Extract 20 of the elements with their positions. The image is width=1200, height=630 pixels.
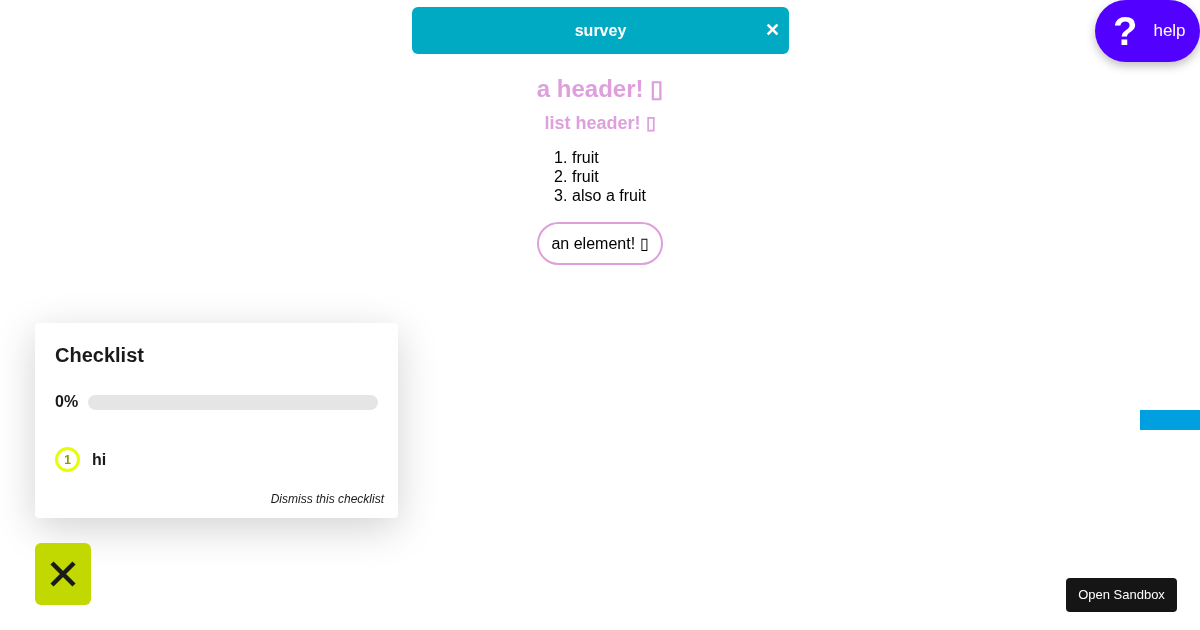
list-item: also a fruit bbox=[572, 186, 646, 205]
dismiss-link[interactable]: Dismiss this checklist bbox=[270, 490, 384, 508]
close-icon bbox=[49, 560, 77, 588]
item-label: hi bbox=[92, 449, 107, 470]
close-launcher-button[interactable] bbox=[35, 543, 91, 605]
list-item: fruit bbox=[572, 167, 599, 186]
step-number: 1 bbox=[55, 447, 80, 472]
list-number: 2. bbox=[554, 167, 568, 186]
element-pill: an element! ▯ bbox=[537, 222, 663, 265]
list-item: fruit bbox=[572, 148, 599, 167]
list-number: 1. bbox=[554, 148, 568, 167]
banner-title: survey bbox=[574, 20, 627, 41]
page-header: a header! ▯ bbox=[536, 74, 664, 104]
checklist-item[interactable]: 1 hi bbox=[55, 447, 378, 472]
checklist-title: Checklist bbox=[55, 343, 145, 367]
open-sandbox-button[interactable]: Open Sandbox bbox=[1066, 578, 1177, 612]
list-header: list header! ▯ bbox=[544, 112, 656, 135]
progress-percent: 0% bbox=[55, 392, 79, 412]
list-number: 3. bbox=[554, 186, 568, 205]
help-button[interactable]: ? help bbox=[1095, 0, 1200, 62]
